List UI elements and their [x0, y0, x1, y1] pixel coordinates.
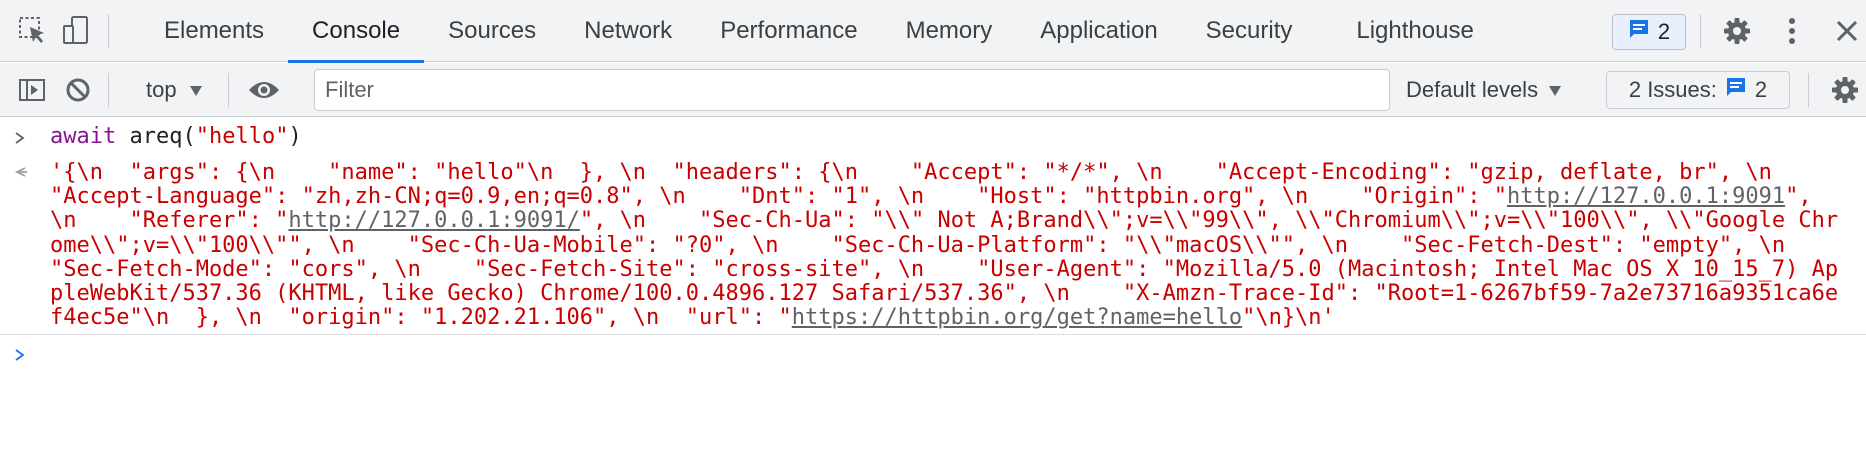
message-icon [1725, 76, 1747, 104]
log-levels-dropdown[interactable]: Default levels [1406, 63, 1562, 117]
dropdown-triangle-icon [189, 77, 203, 103]
divider [1808, 73, 1809, 107]
divider [228, 73, 229, 107]
tab-console[interactable]: Console [288, 0, 425, 63]
result-link-url[interactable]: https://httpbin.org/get?name=hello [792, 305, 1242, 330]
levels-label: Default levels [1406, 77, 1539, 102]
issues-count: 2 [1754, 77, 1768, 102]
settings-gear-icon[interactable] [1720, 14, 1754, 48]
context-selector[interactable]: top [146, 63, 203, 117]
tab-application[interactable]: Application [1016, 0, 1181, 62]
command-arg: "hello" [195, 124, 289, 149]
divider [108, 14, 109, 48]
message-icon [1628, 18, 1650, 46]
messages-badge[interactable]: 2 [1612, 14, 1686, 50]
dropdown-triangle-icon [1548, 77, 1562, 103]
issues-label: 2 Issues: [1628, 77, 1717, 102]
result-link-referer[interactable]: http://127.0.0.1:9091/ [288, 208, 579, 233]
input-chevron-icon [14, 131, 26, 150]
command-call: areq( [129, 124, 196, 149]
issues-button[interactable]: 2 Issues: 2 [1606, 71, 1790, 109]
tab-elements[interactable]: Elements [140, 0, 288, 62]
console-result-row: '{\n "args": {\n "name": "hello"\n }, \n… [0, 158, 1866, 335]
tab-sources[interactable]: Sources [424, 0, 560, 62]
sidebar-toggle-icon[interactable] [16, 74, 48, 106]
tab-network[interactable]: Network [560, 0, 696, 62]
console-prompt[interactable] [0, 336, 1866, 376]
result-link-origin[interactable]: http://127.0.0.1:9091 [1507, 184, 1785, 209]
tab-lighthouse[interactable]: Lighthouse [1316, 0, 1497, 62]
tab-performance[interactable]: Performance [696, 0, 881, 62]
messages-count: 2 [1657, 19, 1671, 44]
tab-strip: Elements Console Sources Network Perform… [140, 0, 1498, 63]
command-keyword: await [50, 124, 117, 149]
divider [108, 73, 109, 107]
divider [1700, 14, 1701, 48]
clear-console-icon[interactable] [62, 74, 94, 106]
result-chevron-icon [14, 165, 28, 184]
device-toggle-icon[interactable] [60, 14, 92, 46]
devtools-tab-bar: Elements Console Sources Network Perform… [0, 0, 1866, 63]
inspect-element-icon[interactable] [16, 14, 48, 46]
tab-security[interactable]: Security [1182, 0, 1317, 62]
close-icon[interactable] [1830, 14, 1864, 48]
console-command-row: await areq("hello") [0, 118, 1866, 156]
console-toolbar: top Default levels 2 Issues: 2 [0, 63, 1866, 117]
console-command[interactable]: await areq("hello") [50, 124, 302, 149]
eye-icon[interactable] [246, 74, 282, 106]
console-result-value: '{\n "args": {\n "name": "hello"\n }, \n… [50, 160, 1840, 331]
console-output: await areq("hello") '{\n "args": {\n "na… [0, 118, 1866, 470]
filter-input[interactable] [314, 69, 1390, 111]
more-vertical-icon[interactable] [1776, 14, 1808, 48]
tab-memory[interactable]: Memory [882, 0, 1017, 62]
settings-gear-icon[interactable] [1828, 73, 1862, 107]
prompt-chevron-icon [14, 348, 26, 367]
context-label: top [146, 77, 177, 102]
result-text-part: "\n}\n' [1242, 305, 1335, 331]
command-close: ) [288, 124, 302, 149]
